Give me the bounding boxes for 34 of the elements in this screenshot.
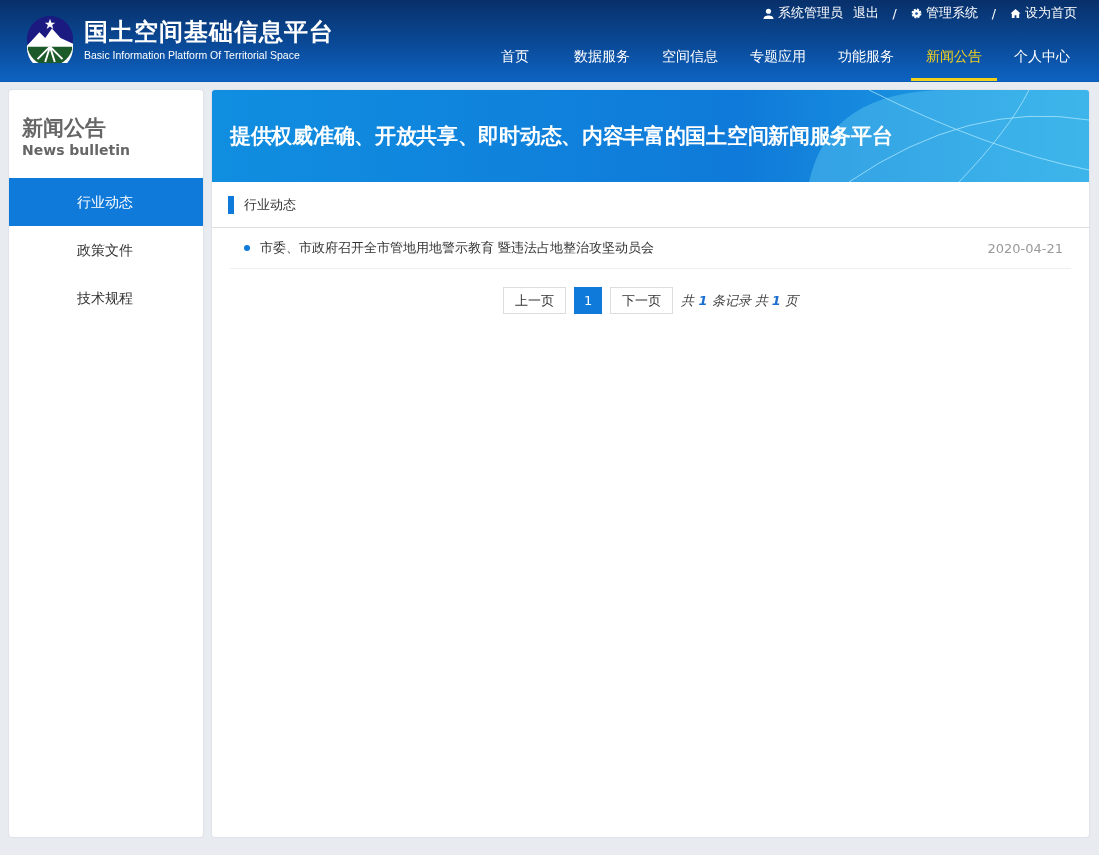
homepage-link[interactable]: 设为首页 xyxy=(1010,5,1077,22)
user-link[interactable]: 系统管理员 xyxy=(762,5,843,22)
settings-icon xyxy=(910,8,922,19)
admin-link[interactable]: 管理系统 xyxy=(910,5,978,22)
separator-slash: / xyxy=(892,6,897,21)
sidebar-item[interactable]: 技术规程 xyxy=(9,274,203,322)
prev-page-button[interactable]: 上一页 xyxy=(502,287,566,314)
banner-slogan: 提供权威准确、开放共享、即时动态、内容丰富的国土空间新闻服务平台 xyxy=(228,123,893,150)
user-icon xyxy=(762,8,774,19)
sidebar-subtitle: News bulletin xyxy=(21,142,131,158)
record-summary: 共 1 条记录 共 1 页 xyxy=(681,291,799,310)
mountain-logo-icon xyxy=(26,14,74,63)
platform-title: 国土空间基础信息平台 xyxy=(84,17,334,47)
home-icon xyxy=(1010,8,1021,19)
nav-tab[interactable]: 功能服务 xyxy=(823,36,909,81)
logout-link[interactable]: 退出 xyxy=(852,5,879,22)
next-page-button[interactable]: 下一页 xyxy=(610,287,674,314)
sidebar-item[interactable]: 行业动态 xyxy=(9,178,203,226)
section-marker xyxy=(228,195,234,214)
nav-tab[interactable]: 新闻公告 xyxy=(911,36,997,81)
bullet-icon xyxy=(244,245,250,251)
sidebar-item[interactable]: 政策文件 xyxy=(9,226,203,274)
nav-tab[interactable]: 个人中心 xyxy=(999,36,1085,81)
page-number-button[interactable]: 1 xyxy=(573,287,603,314)
news-link[interactable]: 市委、市政府召开全市管地用地警示教育 暨违法占地整治攻坚动员会 xyxy=(260,239,988,257)
section-title: 行业动态 xyxy=(244,195,296,214)
news-date: 2020-04-21 xyxy=(987,240,1063,256)
sidebar-title: 新闻公告 xyxy=(21,115,107,142)
platform-subtitle: Basic Information Platform Of Territorial Space xyxy=(84,48,301,61)
nav-tab[interactable]: 空间信息 xyxy=(647,36,733,81)
separator-slash: / xyxy=(991,6,996,21)
nav-tab[interactable]: 首页 xyxy=(473,36,557,81)
nav-tab[interactable]: 专题应用 xyxy=(735,36,821,81)
nav-tab[interactable]: 数据服务 xyxy=(559,36,645,81)
